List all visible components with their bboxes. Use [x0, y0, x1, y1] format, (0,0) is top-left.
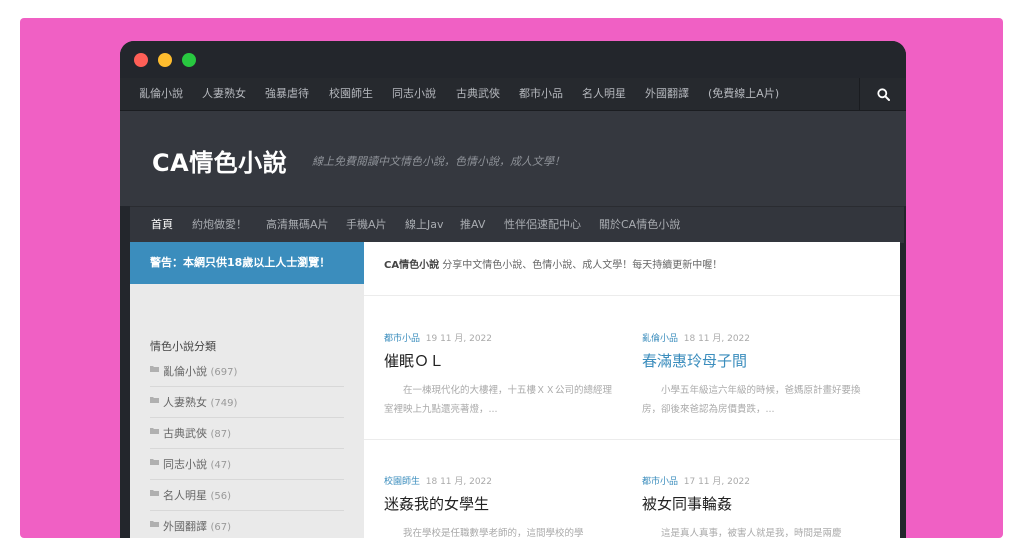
- age-warning-banner: 警告：本網只供18歲以上人士瀏覽！: [130, 242, 364, 284]
- post-category[interactable]: 亂倫小品: [642, 334, 678, 344]
- mainnav-item-dating[interactable]: 性伴侶速配中心: [504, 207, 581, 243]
- sidebar-item-count: (47): [210, 460, 232, 471]
- sidebar-item-label[interactable]: 亂倫小說: [163, 365, 207, 378]
- sidebar-item-label[interactable]: 外國翻譯: [163, 520, 207, 533]
- folder-icon: [150, 521, 159, 527]
- announcement-text: 分享中文情色小說、色情小說、成人文學！每天持續更新中喔！: [439, 260, 723, 271]
- post-date: 18 11 月, 2022: [683, 334, 751, 344]
- sidebar-title: 情色小說分類: [150, 340, 216, 353]
- sidebar-item-count: (67): [210, 522, 232, 533]
- sidebar-item-count: (56): [210, 491, 232, 502]
- announcement-site-name: CA情色小說: [384, 260, 440, 271]
- folder-icon: [150, 490, 159, 496]
- post-card: 亂倫小品 18 11 月, 2022 春滿惠玲母子間 小學五年級這六年級的時候，…: [642, 331, 887, 419]
- topnav-item-abuse[interactable]: 強暴虐待: [265, 78, 309, 110]
- site-title[interactable]: CA情色小說: [152, 143, 287, 178]
- post-date: 18 11 月, 2022: [425, 477, 493, 487]
- mainnav-item-recommend-av[interactable]: 推AV: [460, 207, 485, 243]
- topnav-item-wives[interactable]: 人妻熟女: [202, 78, 246, 110]
- topnav-item-translated[interactable]: 外國翻譯: [645, 78, 689, 110]
- sidebar-item-count: (749): [210, 398, 238, 409]
- maximize-window-button[interactable]: [182, 53, 196, 67]
- mainnav-item-home[interactable]: 首頁: [151, 207, 173, 243]
- topnav-item-celebrity[interactable]: 名人明星: [582, 78, 626, 110]
- topnav-item-campus[interactable]: 校園師生: [329, 78, 373, 110]
- window-titlebar: [120, 41, 906, 78]
- sidebar-item-incest[interactable]: 亂倫小說 (697): [150, 356, 344, 387]
- post-card: 都市小品 19 11 月, 2022 催眠ＯＬ 在一棟現代化的大樓裡，十五樓ＸＸ…: [384, 331, 629, 419]
- post-category[interactable]: 都市小品: [642, 477, 678, 487]
- minimize-window-button[interactable]: [158, 53, 172, 67]
- announcement-bar: CA情色小說 分享中文情色小說、色情小說、成人文學！每天持續更新中喔！: [364, 242, 900, 296]
- post-excerpt: 這是真人真事，被害人就是我，時間是兩慶: [661, 528, 842, 538]
- top-category-nav: 亂倫小說 人妻熟女 強暴虐待 校園師生 同志小說 古典武俠 都市小品 名人明星 …: [120, 78, 906, 111]
- topnav-item-gay[interactable]: 同志小說: [392, 78, 436, 110]
- post-excerpt: 小學五年級這六年級的時候，爸媽原計畫好要換房，卻後來爸認為房價貴跌，...: [642, 385, 861, 415]
- main-content: CA情色小說 分享中文情色小說、色情小說、成人文學！每天持續更新中喔！ 都市小品…: [364, 242, 900, 538]
- topnav-item-incest[interactable]: 亂倫小說: [139, 78, 183, 110]
- folder-icon: [150, 366, 159, 372]
- sidebar-item-label[interactable]: 古典武俠: [163, 427, 207, 440]
- site-header: CA情色小說 線上免費閱讀中文情色小說，色情小說，成人文學！: [120, 111, 906, 206]
- sidebar-item-count: (87): [210, 429, 232, 440]
- post-card: 校園師生 18 11 月, 2022 迷姦我的女學生 我在學校是任職數學老師的，…: [384, 474, 629, 538]
- topnav-item-urban[interactable]: 都市小品: [519, 78, 563, 110]
- sidebar-item-label[interactable]: 同志小說: [163, 458, 207, 471]
- post-title[interactable]: 迷姦我的女學生: [384, 493, 629, 514]
- sidebar: 情色小說分類 亂倫小說 (697) 人妻熟女 (749) 古典武俠 (87) 同…: [130, 284, 364, 538]
- post-excerpt: 在一棟現代化的大樓裡，十五樓ＸＸ公司的總經理室裡映上九點還亮著燈，...: [384, 385, 613, 415]
- sidebar-item-label[interactable]: 人妻熟女: [163, 396, 207, 409]
- topnav-item-free-videos[interactable]: (免費線上A片): [708, 78, 779, 110]
- main-nav: 首頁 約炮做愛！ 高清無碼A片 手機A片 線上Jav 推AV 性伴侶速配中心 關…: [130, 206, 904, 243]
- mainnav-item-hookup[interactable]: 約炮做愛！: [192, 207, 247, 243]
- sidebar-item-label[interactable]: 名人明星: [163, 489, 207, 502]
- post-date: 19 11 月, 2022: [425, 334, 493, 344]
- sidebar-item-count: (697): [210, 367, 238, 378]
- post-title[interactable]: 春滿惠玲母子間: [642, 350, 887, 371]
- mainnav-item-online-jav[interactable]: 線上Jav: [405, 207, 444, 243]
- close-window-button[interactable]: [134, 53, 148, 67]
- browser-window: 亂倫小說 人妻熟女 強暴虐待 校園師生 同志小說 古典武俠 都市小品 名人明星 …: [120, 41, 906, 538]
- search-icon: [876, 87, 890, 101]
- sidebar-item-translated[interactable]: 外國翻譯 (67): [150, 511, 344, 538]
- topnav-item-classic[interactable]: 古典武俠: [456, 78, 500, 110]
- sidebar-item-classic[interactable]: 古典武俠 (87): [150, 418, 344, 449]
- pink-frame: 亂倫小說 人妻熟女 強暴虐待 校園師生 同志小說 古典武俠 都市小品 名人明星 …: [20, 18, 1003, 538]
- folder-icon: [150, 459, 159, 465]
- post-title[interactable]: 催眠ＯＬ: [384, 350, 629, 371]
- post-date: 17 11 月, 2022: [683, 477, 751, 487]
- folder-icon: [150, 428, 159, 434]
- post-category[interactable]: 都市小品: [384, 334, 420, 344]
- sidebar-item-wives[interactable]: 人妻熟女 (749): [150, 387, 344, 418]
- post-row-divider: [364, 439, 900, 440]
- post-category[interactable]: 校園師生: [384, 477, 420, 487]
- site-tagline: 線上免費閱讀中文情色小說，色情小說，成人文學！: [312, 155, 565, 168]
- mainnav-item-mobile-videos[interactable]: 手機A片: [346, 207, 387, 243]
- search-button[interactable]: [859, 78, 906, 110]
- sidebar-item-gay[interactable]: 同志小說 (47): [150, 449, 344, 480]
- sidebar-item-celebrity[interactable]: 名人明星 (56): [150, 480, 344, 511]
- folder-icon: [150, 397, 159, 403]
- post-excerpt: 我在學校是任職數學老師的，這間學校的學: [403, 528, 584, 538]
- age-warning-text: 警告：本網只供18歲以上人士瀏覽！: [150, 256, 331, 269]
- mainnav-item-about[interactable]: 關於CA情色小說: [599, 207, 680, 243]
- post-title[interactable]: 被女同事輪姦: [642, 493, 887, 514]
- post-card: 都市小品 17 11 月, 2022 被女同事輪姦 這是真人真事，被害人就是我，…: [642, 474, 887, 538]
- mainnav-item-hd-videos[interactable]: 高清無碼A片: [266, 207, 329, 243]
